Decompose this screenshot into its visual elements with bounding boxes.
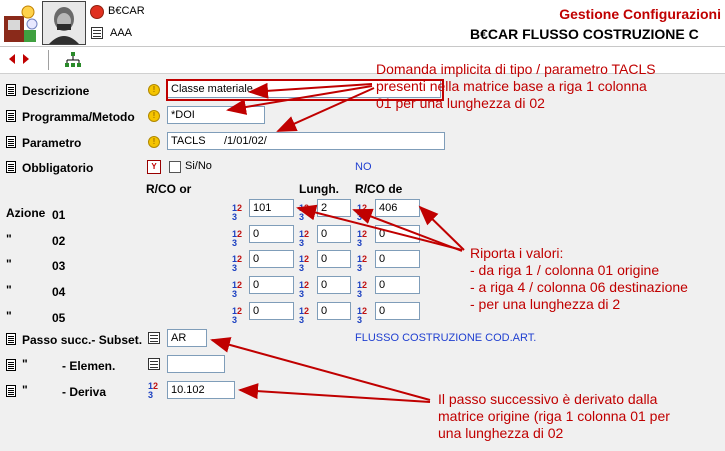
azione-rco-de-field[interactable]: 0 — [375, 225, 420, 243]
passo-field[interactable]: AR — [167, 329, 207, 347]
obbligatorio-value: NO — [355, 161, 372, 173]
number-format-icon[interactable]: 12 3 — [232, 204, 242, 222]
deriva-quote: " — [22, 383, 28, 397]
azione-rco-de-field[interactable]: 0 — [375, 250, 420, 268]
header-bar: B€CAR AAA Gestione Configurazioni B€CAR … — [0, 0, 725, 47]
number-format-icon[interactable]: 12 3 — [357, 255, 367, 273]
lightbulb-icon[interactable]: ! — [148, 84, 160, 96]
arrow-to-rco-de — [418, 205, 465, 251]
number-format-icon[interactable]: 12 3 — [299, 307, 309, 325]
azione-rco-de-field[interactable]: 0 — [375, 276, 420, 294]
module-code: B€CAR — [108, 5, 145, 17]
azione-lungh-field[interactable]: 0 — [317, 250, 351, 268]
tree-icon — [65, 52, 81, 67]
azione-rco-or-field[interactable]: 0 — [249, 225, 294, 243]
programma-label: Programma/Metodo — [22, 110, 135, 124]
app-logo-icon — [4, 5, 38, 42]
elemen-quote: " — [22, 357, 28, 371]
azione-lungh-field[interactable]: 0 — [317, 225, 351, 243]
annotation-note-3: Il passo successivo è derivato dalla mat… — [438, 391, 670, 441]
document-icon — [6, 359, 16, 371]
number-format-icon[interactable]: 12 3 — [232, 281, 242, 299]
azione-rco-or-field[interactable]: 0 — [249, 302, 294, 320]
document-icon — [6, 161, 16, 173]
app-icon[interactable] — [2, 2, 40, 44]
document-icon — [6, 136, 16, 148]
arrow-to-deriva — [238, 383, 431, 403]
previous-button[interactable] — [6, 52, 18, 66]
azione-label: " — [6, 257, 12, 271]
azione-number: 02 — [52, 234, 66, 248]
module-icon — [90, 5, 104, 19]
chevron-right-icon — [23, 54, 29, 64]
azione-number: 04 — [52, 285, 66, 299]
user-avatar[interactable] — [42, 1, 86, 45]
number-format-icon[interactable]: 12 3 — [299, 255, 309, 273]
document-icon — [6, 385, 16, 397]
azione-rco-de-field[interactable]: 0 — [375, 302, 420, 320]
column-header-lungh: Lungh. — [299, 182, 339, 196]
number-format-icon[interactable]: 12 3 — [357, 307, 367, 325]
lightbulb-icon[interactable]: ! — [148, 136, 160, 148]
azione-number: 03 — [52, 259, 66, 273]
document-icon — [6, 333, 16, 345]
parametro-field[interactable]: TACLS /1/01/02/ — [167, 132, 445, 150]
chevron-left-icon — [9, 54, 15, 64]
deriva-field[interactable]: 10.102 — [167, 381, 235, 399]
azione-rco-or-field[interactable]: 0 — [249, 250, 294, 268]
number-format-icon[interactable]: 12 3 — [148, 382, 158, 400]
number-format-icon[interactable]: 12 3 — [299, 230, 309, 248]
column-header-rco-or: R/CO or — [146, 182, 192, 196]
azione-rco-de-field[interactable]: 406 — [375, 199, 420, 217]
deriva-label: - Deriva — [62, 385, 107, 399]
number-format-icon[interactable]: 12 3 — [299, 281, 309, 299]
azione-label: Azione — [6, 206, 46, 220]
azione-lungh-field[interactable]: 0 — [317, 276, 351, 294]
obbligatorio-label: Obbligatorio — [22, 161, 94, 175]
passo-label: Passo succ.- Subset. — [22, 333, 143, 347]
document-icon — [6, 84, 16, 96]
azione-rco-or-field[interactable]: 0 — [249, 276, 294, 294]
next-button[interactable] — [20, 52, 32, 66]
avatar-portrait-icon — [43, 2, 85, 44]
annotation-note-2: Riporta i valori: - da riga 1 / colonna … — [470, 245, 688, 312]
elemen-field[interactable] — [167, 355, 225, 373]
tree-button[interactable] — [64, 51, 82, 69]
azione-label: " — [6, 232, 12, 246]
toolbar-separator — [48, 50, 49, 70]
elemen-label: - Elemen. — [62, 359, 116, 373]
descrizione-label: Descrizione — [22, 84, 90, 98]
lightbulb-icon[interactable]: ! — [148, 110, 160, 122]
azione-label: " — [6, 309, 12, 323]
azione-number: 01 — [52, 208, 66, 222]
checkbox-label: Si/No — [185, 160, 212, 172]
page-subtitle: B€CAR FLUSSO COSTRUZIONE C — [470, 26, 699, 42]
annotation-note-1: Domanda implicita di tipo / parametro TA… — [376, 61, 656, 111]
azione-lungh-field[interactable]: 2 — [317, 199, 351, 217]
number-format-icon[interactable]: 12 3 — [357, 204, 367, 222]
number-format-icon[interactable]: 12 3 — [232, 230, 242, 248]
subcode: AAA — [110, 27, 133, 39]
number-format-icon[interactable]: 12 3 — [232, 307, 242, 325]
number-format-icon[interactable]: 12 3 — [357, 230, 367, 248]
programma-field[interactable]: *DOI — [167, 106, 265, 124]
parametro-label: Parametro — [22, 136, 82, 150]
document-icon — [6, 110, 16, 122]
azione-label: " — [6, 283, 12, 297]
obbligatorio-checkbox[interactable] — [169, 161, 181, 173]
azione-number: 05 — [52, 311, 66, 325]
app-title: Gestione Configurazioni — [559, 6, 721, 22]
yes-no-icon: Y — [147, 160, 161, 174]
table-icon[interactable] — [148, 358, 160, 370]
table-icon — [91, 27, 103, 39]
number-format-icon[interactable]: 12 3 — [232, 255, 242, 273]
table-icon[interactable] — [148, 332, 160, 344]
azione-lungh-field[interactable]: 0 — [317, 302, 351, 320]
number-format-icon[interactable]: 12 3 — [299, 204, 309, 222]
number-format-icon[interactable]: 12 3 — [357, 281, 367, 299]
arrow-to-passo — [210, 337, 431, 401]
passo-description: FLUSSO COSTRUZIONE COD.ART. — [355, 332, 537, 344]
azione-rco-or-field[interactable]: 101 — [249, 199, 294, 217]
column-header-rco-de: R/CO de — [355, 182, 403, 196]
